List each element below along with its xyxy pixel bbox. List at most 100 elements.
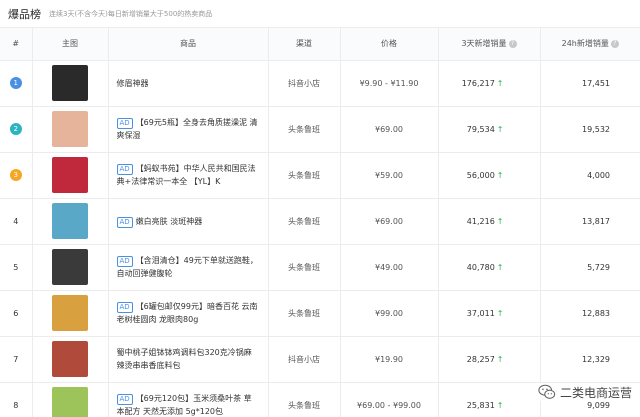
sales24h-cell: 4,000 xyxy=(587,170,610,180)
rank-number: 7 xyxy=(13,354,19,364)
sales3d-value: 56,000 xyxy=(466,170,495,180)
help-icon[interactable]: ? xyxy=(610,39,619,48)
help-icon[interactable]: ? xyxy=(508,39,517,48)
product-cell[interactable]: 蜀中桃子姐钵钵鸡调料包320克冷锅麻辣烫串串香底料包 xyxy=(108,336,269,382)
col-sales3d-label: 3天新增销量 xyxy=(461,39,507,49)
sales3d-cell: 41,216 ↑ xyxy=(438,198,541,244)
ad-badge: AD xyxy=(116,164,133,175)
product-title[interactable]: 【6罐包邮仅99元】暗香百花 云南老树桂圆肉 龙眼肉80g xyxy=(117,302,258,324)
price-cell: ¥19.90 xyxy=(340,336,439,382)
product-thumbnail[interactable] xyxy=(52,341,88,377)
sales3d-value: 37,011 xyxy=(466,308,495,318)
up-arrow-icon: ↑ xyxy=(496,354,504,364)
table-row[interactable]: 7 蜀中桃子姐钵钵鸡调料包320克冷锅麻辣烫串串香底料包 抖音小店 ¥19.90… xyxy=(0,336,640,382)
sales3d-cell: 28,257 ↑ xyxy=(438,336,541,382)
image-cell[interactable] xyxy=(32,336,109,382)
product-cell[interactable]: AD 【含泪清仓】49元下单就送跑鞋，自动回弹健腹轮 xyxy=(108,244,269,290)
product-thumbnail[interactable] xyxy=(52,387,88,417)
col-image: 主图 xyxy=(32,28,109,61)
product-cell[interactable]: AD 【69元5瓶】全身去角质搓澡泥 清爽保湿 xyxy=(108,106,269,152)
product-title[interactable]: 【69元5瓶】全身去角质搓澡泥 清爽保湿 xyxy=(117,118,258,140)
col-sales3d[interactable]: 3天新增销量? xyxy=(438,28,541,61)
rank-number: 6 xyxy=(13,308,19,318)
ad-badge: AD xyxy=(116,216,133,228)
ad-badge: AD xyxy=(116,256,133,267)
image-cell[interactable] xyxy=(32,152,109,198)
image-cell[interactable] xyxy=(32,382,109,417)
up-arrow-icon: ↑ xyxy=(496,216,504,226)
table-row[interactable]: 1 修眉神器 抖音小店 ¥9.90 - ¥11.90 176,217 ↑ 17,4… xyxy=(0,60,640,106)
table-row[interactable]: 3 AD 【蚂蚁书苑】中华人民共和国民法典+法律常识一本全 【YL】K 头条鲁班 … xyxy=(0,152,640,198)
table-row[interactable]: 4 AD 嫩白亮肤 淡斑神器 头条鲁班 ¥69.00 41,216 ↑ 13,817 xyxy=(0,198,640,244)
col-sales24h-label: 24h新增销量 xyxy=(561,39,609,49)
rank-cell: 4 xyxy=(0,198,33,244)
price-cell: ¥69.00 xyxy=(340,198,439,244)
product-thumbnail[interactable] xyxy=(52,157,88,193)
rank-cell: 3 xyxy=(0,152,33,198)
product-cell[interactable]: AD 【蚂蚁书苑】中华人民共和国民法典+法律常识一本全 【YL】K xyxy=(108,152,269,198)
ad-badge: AD xyxy=(116,302,133,313)
up-arrow-icon: ↑ xyxy=(496,78,504,88)
up-arrow-icon: ↑ xyxy=(496,400,504,410)
product-cell[interactable]: AD 嫩白亮肤 淡斑神器 xyxy=(108,198,269,244)
sales3d-cell: 56,000 ↑ xyxy=(438,152,541,198)
product-title[interactable]: 【蚂蚁书苑】中华人民共和国民法典+法律常识一本全 【YL】K xyxy=(117,164,256,186)
sales3d-cell: 79,534 ↑ xyxy=(438,106,541,152)
product-thumbnail[interactable] xyxy=(52,111,88,147)
rank-cell: 8 xyxy=(0,382,33,417)
image-cell[interactable] xyxy=(32,244,109,290)
sales3d-cell: 40,780 ↑ xyxy=(438,244,541,290)
product-title[interactable]: 【69元120包】玉米须桑叶茶 草本配方 天然无添加 5g*120包 xyxy=(117,394,252,416)
sales3d-value: 25,831 xyxy=(466,400,495,410)
sales24h-cell: 19,532 xyxy=(582,124,610,134)
image-cell[interactable] xyxy=(32,290,109,336)
table-row[interactable]: 2 AD 【69元5瓶】全身去角质搓澡泥 清爽保湿 头条鲁班 ¥69.00 79,… xyxy=(0,106,640,152)
table-row[interactable]: 6 AD 【6罐包邮仅99元】暗香百花 云南老树桂圆肉 龙眼肉80g 头条鲁班 ¥… xyxy=(0,290,640,336)
wechat-icon xyxy=(538,384,556,399)
sales3d-value: 176,217 xyxy=(461,78,495,88)
image-cell[interactable] xyxy=(32,60,109,106)
product-cell[interactable]: 修眉神器 xyxy=(108,60,269,106)
product-cell[interactable]: AD 【69元120包】玉米须桑叶茶 草本配方 天然无添加 5g*120包 xyxy=(108,382,269,417)
channel-cell: 头条鲁班 xyxy=(268,244,341,290)
price-cell: ¥69.00 xyxy=(340,106,439,152)
price-cell: ¥59.00 xyxy=(340,152,439,198)
rank-cell: 5 xyxy=(0,244,33,290)
product-thumbnail[interactable] xyxy=(52,249,88,285)
image-cell[interactable] xyxy=(32,198,109,244)
sales3d-value: 79,534 xyxy=(466,124,495,134)
rank-cell: 1 xyxy=(0,60,33,106)
channel-cell: 抖音小店 xyxy=(268,336,341,382)
product-title[interactable]: 蜀中桃子姐钵钵鸡调料包320克冷锅麻辣烫串串香底料包 xyxy=(117,348,252,370)
product-thumbnail[interactable] xyxy=(52,65,88,101)
product-thumbnail[interactable] xyxy=(52,295,88,331)
image-cell[interactable] xyxy=(32,106,109,152)
watermark: 二类电商运营 xyxy=(537,383,632,401)
col-sales24h[interactable]: 24h新增销量? xyxy=(540,28,640,61)
sales3d-cell: 25,831 ↑ xyxy=(438,382,541,417)
channel-cell: 头条鲁班 xyxy=(268,198,341,244)
product-title[interactable]: 修眉神器 xyxy=(117,79,149,88)
channel-cell: 头条鲁班 xyxy=(268,290,341,336)
table-row[interactable]: 5 AD 【含泪清仓】49元下单就送跑鞋，自动回弹健腹轮 头条鲁班 ¥49.00 … xyxy=(0,244,640,290)
watermark-text: 二类电商运营 xyxy=(559,385,632,400)
product-title[interactable]: 嫩白亮肤 淡斑神器 xyxy=(136,217,203,226)
rank-number: 8 xyxy=(13,400,19,410)
sales24h-cell: 12,883 xyxy=(582,308,610,318)
rank-number: 4 xyxy=(13,216,19,226)
price-cell: ¥99.00 xyxy=(340,290,439,336)
rank-badge: 3 xyxy=(9,169,22,181)
page-title: 爆品榜 xyxy=(8,7,41,21)
price-cell: ¥69.00 - ¥99.00 xyxy=(340,382,439,417)
page-subtitle: 连续3天(不含今天)每日新增销量大于500的热卖商品 xyxy=(49,9,213,18)
product-cell[interactable]: AD 【6罐包邮仅99元】暗香百花 云南老树桂圆肉 龙眼肉80g xyxy=(108,290,269,336)
price-cell: ¥9.90 - ¥11.90 xyxy=(340,60,439,106)
channel-cell: 头条鲁班 xyxy=(268,106,341,152)
product-title[interactable]: 【含泪清仓】49元下单就送跑鞋，自动回弹健腹轮 xyxy=(117,256,258,278)
page-header: 爆品榜 连续3天(不含今天)每日新增销量大于500的热卖商品 xyxy=(0,0,640,28)
rank-cell: 6 xyxy=(0,290,33,336)
col-product: 商品 xyxy=(108,28,269,61)
product-thumbnail[interactable] xyxy=(52,203,88,239)
rank-cell: 2 xyxy=(0,106,33,152)
col-channel: 渠道 xyxy=(268,28,341,61)
